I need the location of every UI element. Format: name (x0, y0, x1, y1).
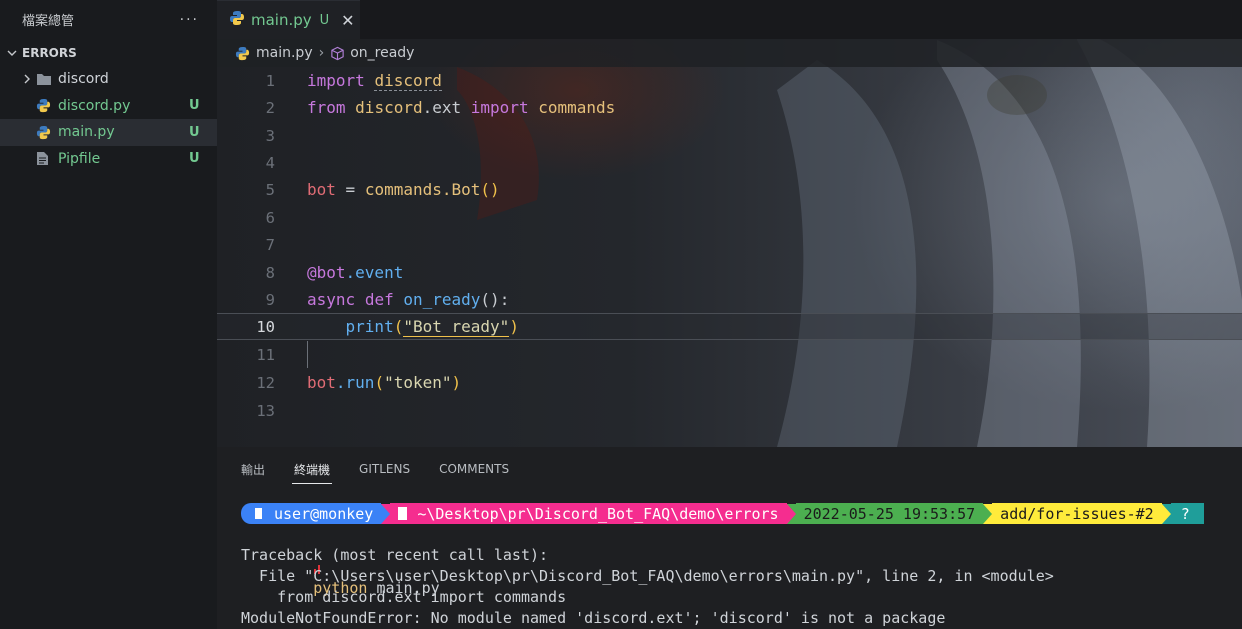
tab-label: main.py (251, 11, 312, 29)
output-line: Traceback (most recent call last): (241, 546, 549, 564)
tab-output[interactable]: 輸出 (241, 455, 265, 484)
python-icon (229, 10, 245, 30)
close-icon[interactable]: ✕ (341, 11, 354, 30)
untracked-badge: U (319, 12, 330, 28)
code-line: 4 (217, 149, 1242, 176)
tab-main-py[interactable]: main.py U ✕ (217, 0, 360, 39)
code-line: 12 bot.run("token") (217, 369, 1242, 396)
line-number: 7 (265, 235, 275, 254)
untracked-badge: U (189, 98, 200, 114)
code-line: 1 import discord (217, 67, 1242, 94)
untracked-badge: U (189, 124, 200, 140)
line-number: 5 (265, 180, 275, 199)
code-line: 8 @bot.event (217, 259, 1242, 286)
line-number: 11 (256, 345, 275, 364)
code-editor[interactable]: 1 import discord 2 from discord.ext impo… (217, 67, 1242, 447)
bottom-panel: 輸出 終端機 GITLENS COMMENTS user@monkey ~\De… (217, 447, 1242, 629)
prompt-user-segment: user@monkey (241, 503, 382, 524)
untracked-badge: U (189, 151, 200, 167)
explorer-sidebar: 檔案總管 ··· ERRORS discord discord.py U mai… (0, 0, 217, 629)
tree-item-discord-folder[interactable]: discord (0, 66, 217, 93)
explorer-header: 檔案總管 ··· (0, 0, 217, 39)
panel-tabs: 輸出 終端機 GITLENS COMMENTS (217, 447, 1242, 491)
prompt-date-segment: 2022-05-25 19:53:57 (795, 503, 984, 524)
prompt-branch: add/for-issues-#2 (1000, 504, 1154, 523)
line-number: 9 (265, 290, 275, 309)
tree-item-pipfile[interactable]: Pipfile U (0, 146, 217, 173)
tree-item-main-py[interactable]: main.py U (0, 119, 217, 146)
python-icon (235, 46, 250, 61)
tab-gitlens[interactable]: GITLENS (359, 456, 410, 482)
section-label: ERRORS (22, 45, 77, 60)
breadcrumb-symbol[interactable]: on_ready (350, 45, 414, 61)
line-number: 1 (265, 71, 275, 90)
code-line: 9 async def on_ready(): (217, 286, 1242, 313)
code-line: 11 (217, 341, 1242, 368)
folder-icon (36, 72, 58, 86)
tab-bar: main.py U ✕ (217, 0, 1242, 39)
code-line: 3 (217, 122, 1242, 149)
line-number: 6 (265, 208, 275, 227)
tree-item-label: discord.py (58, 97, 131, 114)
prompt-path-segment: ~\Desktop\pr\Discord_Bot_FAQ\demo\errors (390, 503, 787, 524)
output-line: from discord.ext import commands (241, 588, 567, 606)
python-icon (36, 125, 58, 140)
prompt-end-symbol: ? (1180, 504, 1190, 523)
line-number: 13 (256, 401, 275, 420)
file-icon (36, 151, 58, 166)
prompt-user: user@monkey (274, 504, 374, 523)
code-line-active: 10 print("Bot ready") (217, 313, 1242, 340)
folder-icon (398, 507, 408, 520)
code-line: 13 (217, 397, 1242, 424)
tab-terminal[interactable]: 終端機 (292, 455, 333, 484)
chevron-down-icon (4, 47, 20, 59)
breadcrumb-file[interactable]: main.py (256, 45, 313, 61)
prompt-path: ~\Desktop\pr\Discord_Bot_FAQ\demo\errors (417, 504, 779, 523)
explorer-title: 檔案總管 (22, 14, 75, 29)
breadcrumb: main.py › on_ready (217, 39, 1242, 67)
user-icon (253, 507, 264, 520)
more-icon[interactable]: ··· (180, 12, 199, 28)
cube-icon (330, 46, 345, 61)
folder-section-errors[interactable]: ERRORS (0, 39, 217, 66)
line-number: 12 (256, 373, 275, 392)
prompt-bar: user@monkey ~\Desktop\pr\Discord_Bot_FAQ… (241, 503, 1204, 524)
tree-item-label: main.py (58, 124, 115, 141)
code-line: 2 from discord.ext import commands (217, 94, 1242, 121)
prompt-end-segment: ? (1170, 503, 1204, 524)
editor-area[interactable]: main.py U ✕ main.py › on_ready 1 import … (217, 0, 1242, 447)
chevron-right-icon (18, 73, 36, 85)
code-line: 5 bot = commands.Bot() (217, 176, 1242, 203)
code-line: 6 (217, 204, 1242, 231)
python-icon (36, 98, 58, 113)
tab-comments[interactable]: COMMENTS (439, 456, 509, 482)
tree-item-label: Pipfile (58, 150, 101, 167)
output-line: ModuleNotFoundError: No module named 'di… (241, 609, 946, 627)
line-number: 4 (265, 153, 275, 172)
breadcrumb-separator: › (318, 45, 325, 61)
output-line: File "C:\Users\user\Desktop\pr\Discord_B… (241, 567, 1054, 585)
tree-item-discord-py[interactable]: discord.py U (0, 93, 217, 120)
code-line: 7 (217, 231, 1242, 258)
line-number: 2 (265, 98, 275, 117)
prompt-git-segment: add/for-issues-#2 (992, 503, 1162, 524)
line-number: 10 (256, 317, 275, 336)
line-number: 3 (265, 126, 275, 145)
prompt-date: 2022-05-25 19:53:57 (803, 504, 976, 523)
line-number: 8 (265, 263, 275, 282)
tree-item-label: discord (58, 71, 109, 88)
